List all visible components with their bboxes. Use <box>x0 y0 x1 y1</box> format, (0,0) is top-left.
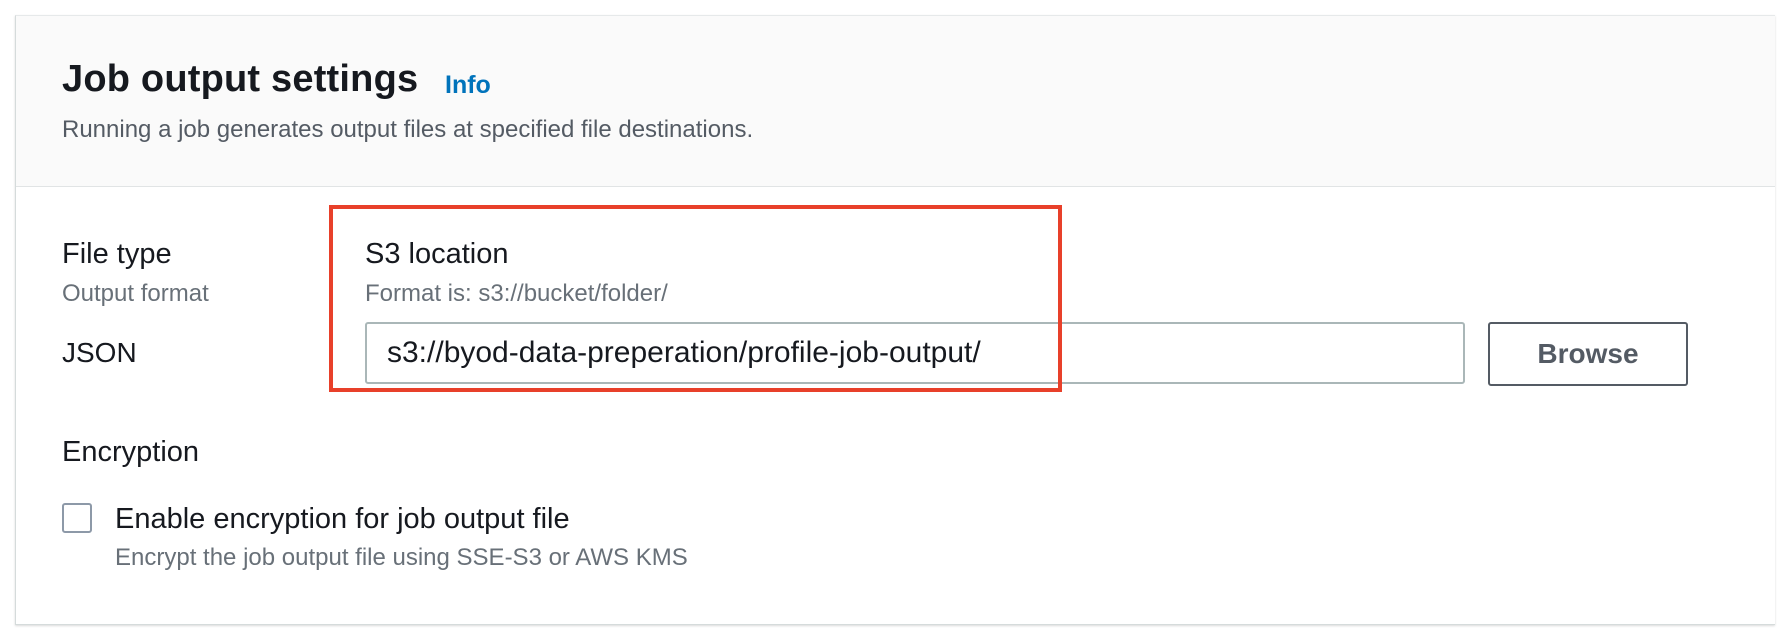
panel-header: Job output settings Info Running a job g… <box>16 16 1775 187</box>
job-output-settings-panel: Job output settings Info Running a job g… <box>15 15 1775 625</box>
enable-encryption-checkbox[interactable] <box>62 503 92 533</box>
panel-title: Job output settings <box>62 58 419 100</box>
file-type-value: JSON <box>62 337 137 368</box>
file-type-sublabel: Output format <box>62 280 209 307</box>
s3-location-input[interactable] <box>365 322 1465 384</box>
s3-location-label: S3 location <box>365 238 509 270</box>
browse-button[interactable]: Browse <box>1488 322 1688 386</box>
panel-description: Running a job generates output files at … <box>62 116 754 143</box>
encryption-label: Encryption <box>62 436 200 468</box>
file-type-label: File type <box>62 238 172 270</box>
s3-location-sublabel: Format is: s3://bucket/folder/ <box>365 280 668 307</box>
enable-encryption-label[interactable]: Enable encryption for job output file <box>115 503 570 536</box>
enable-encryption-description: Encrypt the job output file using SSE-S3… <box>115 544 688 571</box>
info-link[interactable]: Info <box>445 71 491 100</box>
